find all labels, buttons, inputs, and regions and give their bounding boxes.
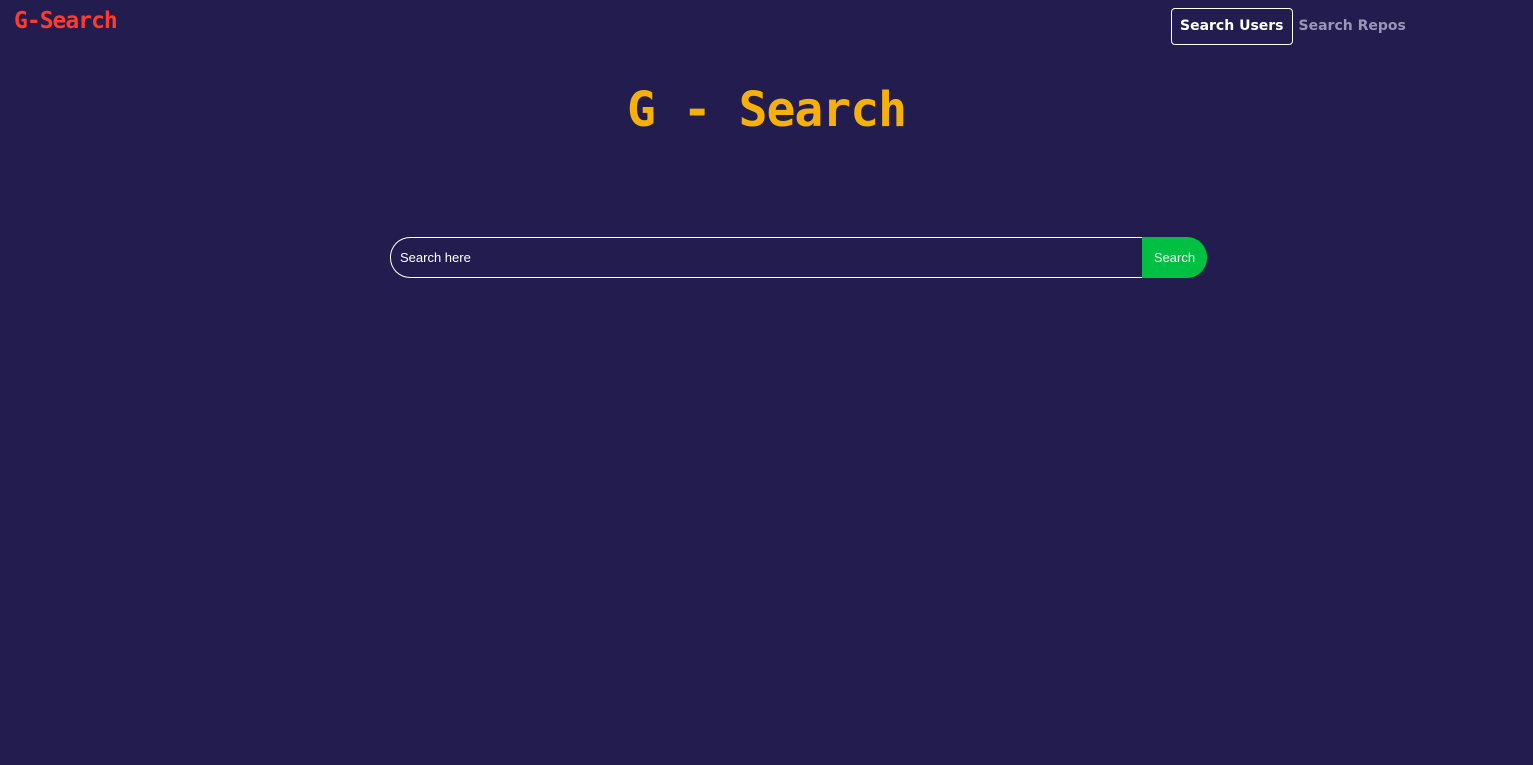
nav-link-search-users[interactable]: Search Users (1171, 8, 1293, 45)
nav-links: Search Users Search Repos (1171, 8, 1415, 45)
page-title: G - Search (627, 82, 907, 138)
search-form: Search (390, 237, 1207, 278)
nav-link-search-repos[interactable]: Search Repos (1293, 8, 1415, 45)
search-input[interactable] (390, 237, 1142, 278)
navbar: G-Search Search Users Search Repos (0, 0, 1533, 54)
search-button[interactable]: Search (1142, 237, 1207, 278)
brand-logo-link[interactable]: G-Search (14, 8, 118, 34)
